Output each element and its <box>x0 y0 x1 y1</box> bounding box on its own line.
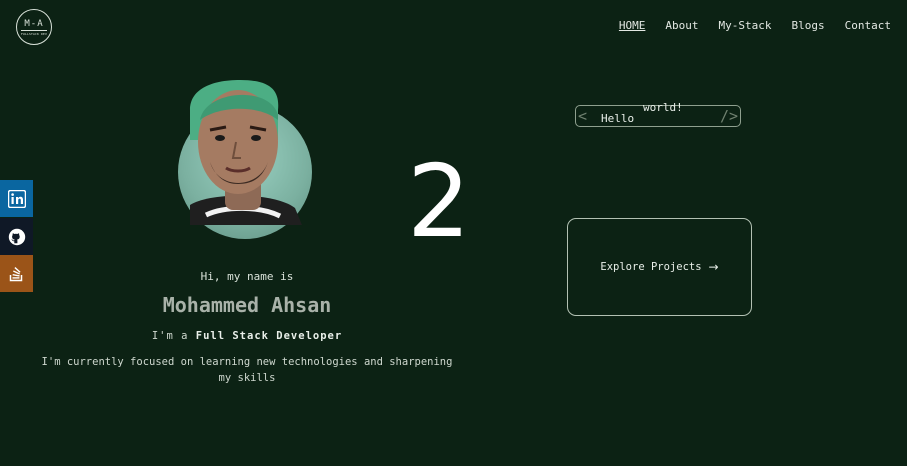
logo-tagline: FULLSTACK DEV <box>20 29 48 36</box>
code-close-bracket: /> <box>719 107 738 125</box>
linkedin-link[interactable] <box>0 180 33 217</box>
main-nav: HOME About My-Stack Blogs Contact <box>619 19 891 32</box>
nav-item-home[interactable]: HOME <box>619 19 646 32</box>
explore-projects-button[interactable]: Explore Projects → <box>567 218 752 316</box>
hello-word: Hello <box>601 112 635 125</box>
hero-role-title: Full Stack Developer <box>195 330 343 342</box>
code-open-bracket: < <box>578 107 588 125</box>
github-link[interactable] <box>0 218 33 255</box>
nav-item-contact[interactable]: Contact <box>845 19 891 32</box>
hero-role-prefix: I'm a <box>151 330 189 342</box>
arrow-right-icon: → <box>708 260 719 274</box>
overlay-number: 2 <box>407 143 471 260</box>
explore-projects-label: Explore Projects <box>600 261 702 273</box>
site-logo[interactable]: M-A FULLSTACK DEV <box>16 9 52 45</box>
logo-initials: M-A <box>24 18 44 29</box>
nav-item-my-stack[interactable]: My-Stack <box>719 19 772 32</box>
hero-greeting: Hi, my name is <box>200 270 294 283</box>
linkedin-icon <box>7 189 26 208</box>
hello-world-box: < Hello world! /> <box>575 101 741 127</box>
hero-name: Mohammed Ahsan <box>162 293 332 317</box>
hero-description: I'm currently focused on learning new te… <box>41 356 453 384</box>
nav-item-about[interactable]: About <box>665 19 698 32</box>
nav-item-blogs[interactable]: Blogs <box>792 19 825 32</box>
world-word: world! <box>643 101 683 114</box>
hero-role: I'm a Full Stack Developer <box>0 330 494 342</box>
github-icon <box>8 228 25 245</box>
profile-photo <box>170 80 312 240</box>
profile-portrait <box>190 80 302 225</box>
